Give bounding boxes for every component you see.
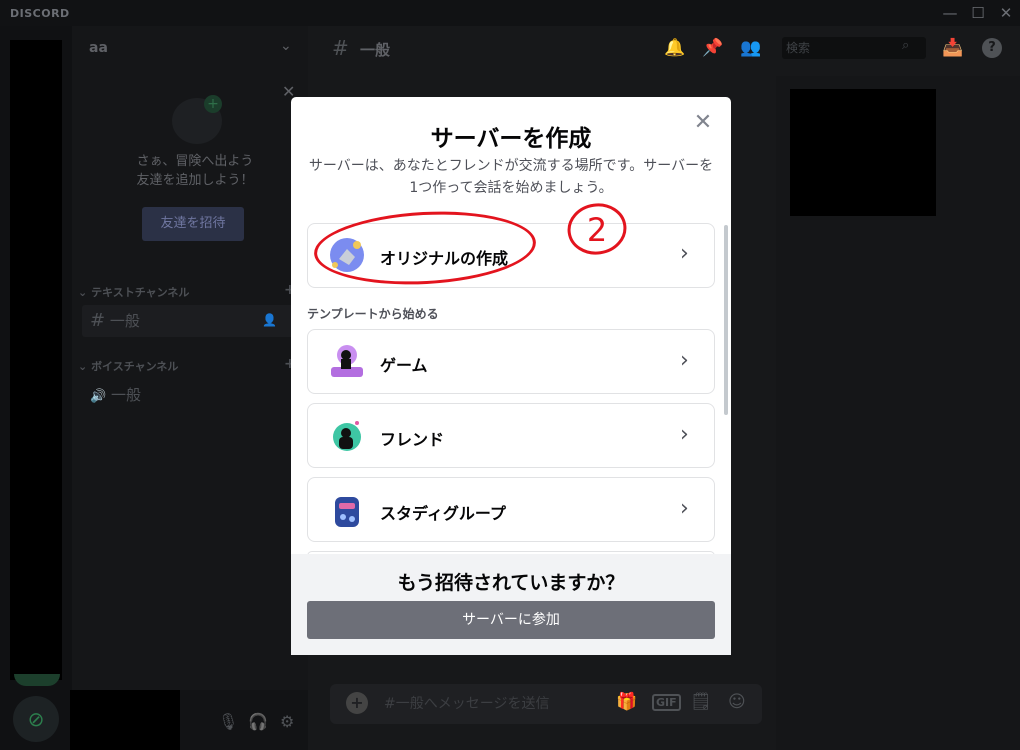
footer-title: もう招待されていますか？ [397,572,625,594]
sticker-icon[interactable]: 🗒 [690,692,712,712]
template-study-group-option[interactable] [307,477,715,542]
hash-icon: # [332,36,349,60]
hash-icon: # [90,310,106,331]
template-label: ゲーム [380,356,428,375]
join-server-button[interactable]: サーバーに参加 [307,601,715,639]
chevron-right-icon: › [680,241,689,266]
attach-plus-icon[interactable]: + [346,692,368,714]
template-label: スタディグループ [380,504,506,523]
search-icon: ⌕ [902,38,910,53]
chevron-right-icon: › [680,422,689,447]
category-text-channels[interactable]: ⌄ テキストチャンネル [78,284,189,300]
redacted-server-list [10,40,62,680]
chevron-down-icon: ⌄ [78,286,88,299]
templates-heading: テンプレートから始める [307,307,439,321]
modal-subtitle: サーバーは、あなたとフレンドが交流する場所です。サーバーを1つ作って会話を始めま… [308,158,714,196]
plus-icon: + [204,95,222,113]
invite-card-text: さぁ、冒険へ出よう 友達を追加しよう！ [136,154,254,188]
close-window-button[interactable]: ✕ [993,2,1019,24]
gift-icon[interactable]: 🎁 [616,692,637,712]
modal-title: サーバーを作成 [430,126,592,152]
help-icon[interactable]: ? [982,38,1002,58]
invite-friends-button[interactable]: 友達を招待 [142,207,244,241]
gif-button[interactable]: GIF [652,694,681,711]
pin-icon[interactable]: 📌 [702,38,723,58]
channel-item-general-text[interactable]: # 一般 [90,310,140,331]
chevron-right-icon: › [680,496,689,521]
svg-text:2: 2 [587,211,607,249]
channel-label: 一般 [110,386,141,404]
explore-servers-icon[interactable]: ⊘ [13,696,59,742]
app-brand: DISCORD [10,7,70,20]
maximize-button[interactable]: ☐ [965,2,991,24]
channel-label: 一般 [109,312,140,330]
server-name[interactable]: aa [89,40,108,56]
modal-scrollbar[interactable] [724,225,728,415]
inbox-icon[interactable]: 📥 [942,38,963,58]
channel-item-general-voice[interactable]: 🔊 一般 [90,384,141,405]
member-list-icon[interactable]: 👥 [740,38,761,58]
category-voice-channels[interactable]: ⌄ ボイスチャンネル [78,358,178,374]
bell-icon[interactable]: 🔔 [664,38,685,58]
invite-user-icon[interactable]: 👤 [262,313,277,327]
minimize-button[interactable]: — [937,2,963,24]
headphones-icon[interactable]: 🎧 [248,712,268,731]
friends-icon [333,421,361,451]
settings-gear-icon[interactable]: ⚙ [280,712,294,731]
redacted-member [790,89,936,216]
chevron-down-icon[interactable]: ⌄ [280,38,292,54]
server-rail-indicator [14,674,60,686]
gaming-icon [331,345,363,377]
emoji-icon[interactable]: ☺ [728,692,746,712]
template-friends-option[interactable] [307,403,715,468]
backpack-icon [335,497,359,527]
title-bar [0,0,1020,26]
annotation-number: 2 [567,203,627,255]
message-input[interactable]: #一般へメッセージを送信 [384,693,549,713]
channel-title: 一般 [360,41,391,59]
template-label: フレンド [380,430,445,449]
redacted-user-info [70,690,180,750]
chevron-right-icon: › [680,348,689,373]
speaker-icon: 🔊 [90,389,107,404]
category-label: テキストチャンネル [91,286,190,299]
category-label: ボイスチャンネル [91,360,179,373]
chevron-down-icon: ⌄ [78,360,88,373]
microphone-icon[interactable]: 🎙 [218,712,238,731]
template-gaming-option[interactable] [307,329,715,394]
